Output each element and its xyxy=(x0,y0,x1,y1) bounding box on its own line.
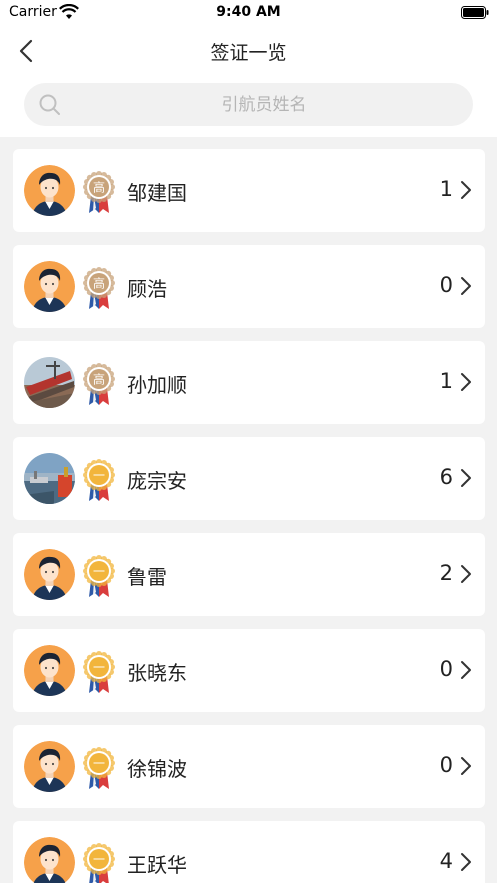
search-bar[interactable] xyxy=(24,83,473,126)
navigation-bar: 签证一览 xyxy=(0,26,497,76)
chevron-right-icon xyxy=(461,181,471,199)
avatar-person-icon xyxy=(24,645,75,696)
visa-count: 0 xyxy=(439,657,453,681)
avatar-photo xyxy=(24,357,75,408)
list-item[interactable]: 高 孙加顺 1 xyxy=(13,341,485,424)
chevron-right-icon xyxy=(461,757,471,775)
visa-count: 6 xyxy=(439,465,453,489)
medal-label: 一 xyxy=(93,757,105,771)
pilot-name: 鲁雷 xyxy=(127,565,167,589)
list-item[interactable]: 一 王跃华 4 xyxy=(13,821,485,883)
medal-icon: 一 xyxy=(83,555,115,597)
medal-icon: 一 xyxy=(83,843,115,883)
battery-icon xyxy=(461,6,489,19)
medal-label: 高 xyxy=(93,180,105,195)
chevron-right-icon xyxy=(461,853,471,871)
chevron-right-icon xyxy=(461,661,471,679)
list-item[interactable]: 高 顾浩 0 xyxy=(13,245,485,328)
medal-icon: 高 xyxy=(83,267,115,309)
medal-icon: 一 xyxy=(83,651,115,693)
pilot-name: 张晓东 xyxy=(127,661,187,685)
chevron-right-icon xyxy=(461,565,471,583)
visa-count: 0 xyxy=(439,273,453,297)
visa-count: 1 xyxy=(439,177,453,201)
avatar-person-icon xyxy=(24,549,75,600)
list-item[interactable]: 一 庞宗安 6 xyxy=(13,437,485,520)
visa-count: 1 xyxy=(439,369,453,393)
header-area: Carrier 9:40 AM 签证一览 xyxy=(0,0,497,137)
medal-icon: 一 xyxy=(83,459,115,501)
list-item[interactable]: 高 邹建国 1 xyxy=(13,149,485,232)
visa-count: 0 xyxy=(439,753,453,777)
list-item[interactable]: 一 鲁雷 2 xyxy=(13,533,485,616)
avatar-person-icon xyxy=(24,261,75,312)
medal-label: 一 xyxy=(93,565,105,579)
chevron-right-icon xyxy=(461,469,471,487)
pilot-name: 王跃华 xyxy=(127,853,187,877)
pilot-name: 徐锦波 xyxy=(127,757,187,781)
avatar-person-icon xyxy=(24,837,75,883)
pilot-name: 顾浩 xyxy=(127,277,167,301)
medal-icon: 高 xyxy=(83,363,115,405)
pilot-name: 孙加顺 xyxy=(127,373,187,397)
page-title: 签证一览 xyxy=(210,42,287,64)
visa-count: 4 xyxy=(439,849,453,873)
pilot-name: 庞宗安 xyxy=(127,469,187,493)
medal-label: 一 xyxy=(93,469,105,483)
avatar-person-icon xyxy=(24,165,75,216)
medal-label: 一 xyxy=(93,853,105,867)
clock: 9:40 AM xyxy=(216,4,281,20)
chevron-right-icon xyxy=(461,277,471,295)
pilot-name: 邹建国 xyxy=(127,181,187,205)
medal-label: 一 xyxy=(93,661,105,675)
chevron-right-icon xyxy=(461,373,471,391)
medal-icon: 一 xyxy=(83,747,115,789)
list-item[interactable]: 一 徐锦波 0 xyxy=(13,725,485,808)
avatar-photo xyxy=(24,453,75,504)
pilot-list: 高 邹建国 1 高 顾浩 0 高 孙加顺 1 一 庞宗安 6 一 鲁雷 2 一 … xyxy=(0,149,497,883)
visa-count: 2 xyxy=(439,561,453,585)
search-icon xyxy=(39,94,60,115)
medal-icon: 高 xyxy=(83,171,115,213)
status-bar: Carrier 9:40 AM xyxy=(0,0,497,26)
medal-label: 高 xyxy=(93,372,105,387)
avatar-person-icon xyxy=(24,741,75,792)
medal-label: 高 xyxy=(93,276,105,291)
list-item[interactable]: 一 张晓东 0 xyxy=(13,629,485,712)
search-input[interactable] xyxy=(74,83,454,126)
